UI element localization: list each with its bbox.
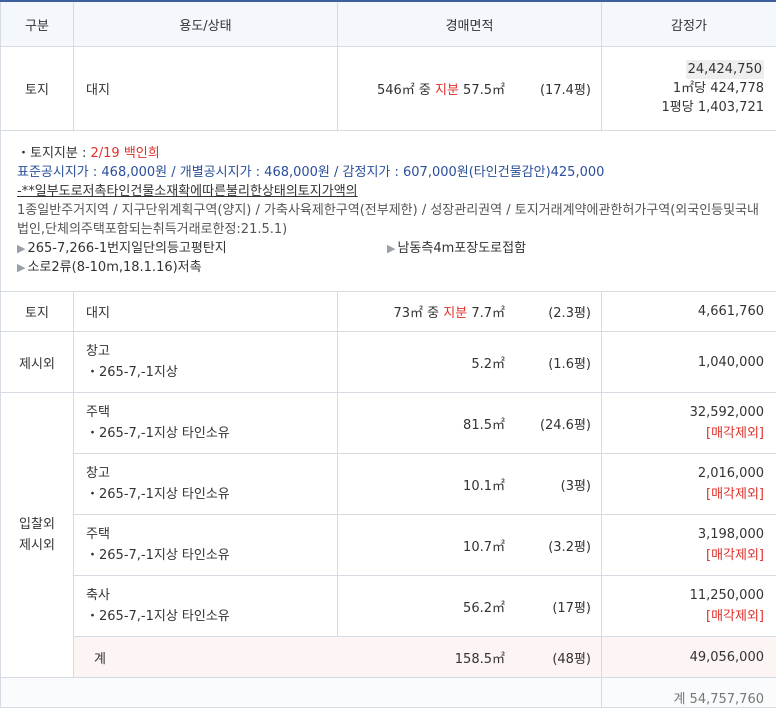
triangle-right-icon: ▶ [17,242,25,255]
price-per-pyeong: 1평당 1,403,721 [602,98,764,117]
subtotal-price: 49,056,000 [602,637,776,678]
total-row: 계 54,757,760 [1,678,776,708]
row-use: 대지 [74,292,338,332]
triangle-right-icon: ▶ [17,261,25,274]
table-row: 축사・265-7,-1지상 타인소유 56.2㎡(17평) 11,250,000… [1,576,776,637]
header-use: 용도/상태 [74,1,338,47]
header-price: 감정가 [602,1,776,47]
row-use: 창고 ・265-7,-1지상 [74,332,338,393]
table-row: 토지 대지 546㎡ 중 지분 57.5㎡ (17.4평) 24,424,750… [1,47,776,131]
group-label: 입찰외 제시외 [1,393,74,678]
header-area: 경매면적 [338,1,602,47]
row-price: 1,040,000 [602,332,776,393]
table-row: 창고・265-7,-1지상 타인소유 10.1㎡(3평) 2,016,000[매… [1,454,776,515]
share-owner: 2/19 백인희 [91,146,160,161]
zoning-info: 1종일반주거지역 / 지구단위계획구역(양지) / 가축사육제한구역(전부제한)… [17,201,764,239]
feature-2: ▶남동측4m포장도로접함 [387,239,526,258]
area-total: 546㎡ 중 [377,83,435,98]
row-kind: 제시외 [1,332,74,393]
row-area: 546㎡ 중 지분 57.5㎡ (17.4평) [338,47,602,131]
price-per-m2: 1㎡당 424,778 [602,79,764,98]
subtotal-cells: 계 158.5㎡ (48평) [74,637,602,678]
table-row: 주택・265-7,-1지상 타인소유 10.7㎡(3.2평) 3,198,000… [1,515,776,576]
table-row: 입찰외 제시외 주택・265-7,-1지상 타인소유 81.5㎡(24.6평) … [1,393,776,454]
header-category: 구분 [1,1,74,47]
land-share: ・토지지분 : 2/19 백인희 [17,144,764,163]
area-pyeong: (17.4평) [505,79,591,98]
row-area: 5.2㎡(1.6평) [338,332,602,393]
exclude-badge: [매각제외] [602,423,764,444]
table-row: 토지 대지 73㎡ 중 지분 7.7㎡ (2.3평) 4,661,760 [1,292,776,332]
share-label: 지분 [435,83,459,98]
row-kind: 토지 [1,47,74,131]
total-price: 계 54,757,760 [602,678,776,708]
row-kind: 토지 [1,292,74,332]
row-area: 73㎡ 중 지분 7.7㎡ (2.3평) [338,292,602,332]
row-use: 대지 [74,47,338,131]
table-header: 구분 용도/상태 경매면적 감정가 [1,1,776,47]
price-value: 24,424,750 [686,60,764,79]
feature-1: ▶265-7,266-1번지일단의등고평탄지 [17,239,387,258]
land-info: ・토지지분 : 2/19 백인희 표준공시지가 : 468,000원 / 개별공… [1,131,776,292]
subtotal-area: 158.5㎡ [144,648,505,667]
exclude-badge: [매각제외] [602,484,764,505]
land-price-info: 표준공시지가 : 468,000원 / 개별공시지가 : 468,000원 / … [17,163,764,182]
land-note: -**일부도로저촉타인건물소재확에따른불리한상태의토지가액의 [17,182,764,201]
land-info-row: ・토지지분 : 2/19 백인희 표준공시지가 : 468,000원 / 개별공… [1,131,776,292]
exclude-badge: [매각제외] [602,606,764,627]
feature-3: ▶소로2류(8-10m,18.1.16)저촉 [17,258,764,277]
subtotal-row: 계 158.5㎡ (48평) 49,056,000 [1,637,776,678]
area-share: 57.5㎡ [459,83,505,98]
row-price: 24,424,750 1㎡당 424,778 1평당 1,403,721 [602,47,776,131]
subtotal-pyeong: (48평) [505,648,591,667]
exclude-badge: [매각제외] [602,545,764,566]
triangle-right-icon: ▶ [387,242,395,255]
appraisal-table: 구분 용도/상태 경매면적 감정가 토지 대지 546㎡ 중 지분 57.5㎡ … [0,0,776,708]
table-row: 제시외 창고 ・265-7,-1지상 5.2㎡(1.6평) 1,040,000 [1,332,776,393]
row-price: 4,661,760 [602,292,776,332]
subtotal-label: 계 [74,648,144,667]
